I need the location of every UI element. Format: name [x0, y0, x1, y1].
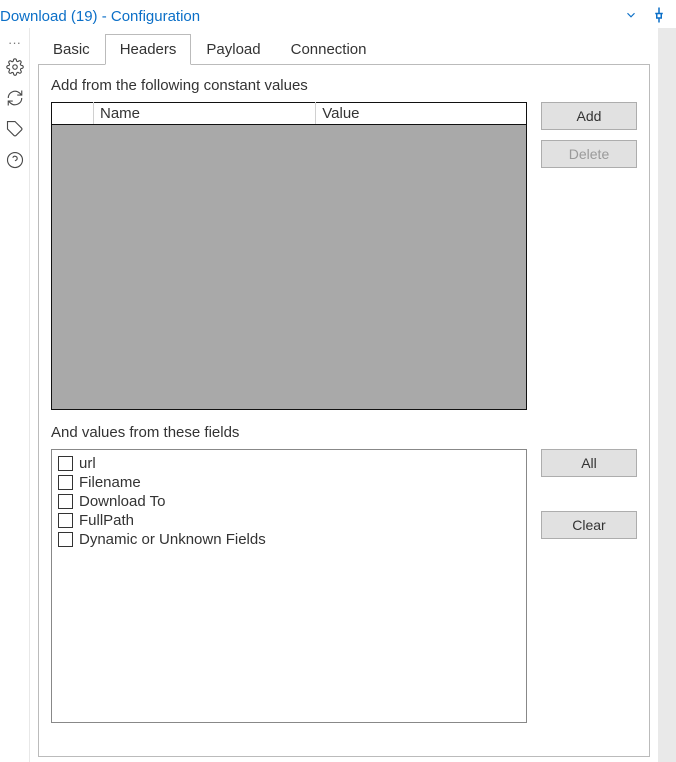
tab-connection[interactable]: Connection — [276, 34, 382, 65]
checkbox[interactable] — [58, 532, 73, 547]
gear-icon[interactable] — [6, 58, 24, 79]
fields-list[interactable]: url Filename Download To — [51, 449, 527, 723]
chevron-down-icon[interactable] — [624, 8, 638, 25]
list-item[interactable]: Dynamic or Unknown Fields — [58, 530, 520, 549]
field-label: Download To — [79, 493, 165, 510]
constants-table-wrap: Name Value — [51, 102, 527, 410]
side-toolbar: ··· — [0, 28, 30, 762]
constants-row: Name Value Add Delete — [51, 102, 637, 410]
main-area: ··· Basic Headers Payload Connection Add… — [0, 28, 676, 762]
fields-buttons: All Clear — [541, 449, 637, 539]
fields-label: And values from these fields — [51, 424, 637, 441]
checkbox[interactable] — [58, 494, 73, 509]
checkbox[interactable] — [58, 456, 73, 471]
fields-list-wrap: url Filename Download To — [51, 449, 527, 723]
tab-basic[interactable]: Basic — [38, 34, 105, 65]
pin-icon[interactable] — [650, 6, 668, 27]
list-item[interactable]: Filename — [58, 473, 520, 492]
field-label: Filename — [79, 474, 141, 491]
col-value[interactable]: Value — [316, 103, 527, 125]
refresh-icon[interactable] — [6, 89, 24, 110]
window-title: Download (19) - Configuration — [0, 8, 200, 25]
tabs: Basic Headers Payload Connection — [38, 34, 650, 65]
titlebar: Download (19) - Configuration — [0, 0, 676, 28]
right-strip — [658, 28, 676, 762]
constants-table[interactable]: Name Value — [51, 102, 527, 410]
tab-payload[interactable]: Payload — [191, 34, 275, 65]
grip-dots: ··· — [8, 40, 21, 46]
checkbox[interactable] — [58, 513, 73, 528]
field-label: url — [79, 455, 96, 472]
field-label: Dynamic or Unknown Fields — [79, 531, 266, 548]
all-button[interactable]: All — [541, 449, 637, 477]
col-spacer[interactable] — [52, 103, 94, 125]
constants-buttons: Add Delete — [541, 102, 637, 168]
titlebar-actions — [624, 6, 668, 27]
delete-button[interactable]: Delete — [541, 140, 637, 168]
constants-label: Add from the following constant values — [51, 77, 637, 94]
col-name[interactable]: Name — [94, 103, 316, 125]
tag-icon[interactable] — [6, 120, 24, 141]
help-icon[interactable] — [6, 151, 24, 172]
list-item[interactable]: Download To — [58, 492, 520, 511]
tab-headers[interactable]: Headers — [105, 34, 192, 65]
list-item[interactable]: FullPath — [58, 511, 520, 530]
list-item[interactable]: url — [58, 454, 520, 473]
fields-row: url Filename Download To — [51, 449, 637, 723]
field-label: FullPath — [79, 512, 134, 529]
checkbox[interactable] — [58, 475, 73, 490]
headers-panel: Add from the following constant values N… — [38, 65, 650, 757]
fields-section: And values from these fields url Filenam… — [51, 424, 637, 723]
content: Basic Headers Payload Connection Add fro… — [30, 28, 658, 762]
clear-button[interactable]: Clear — [541, 511, 637, 539]
add-button[interactable]: Add — [541, 102, 637, 130]
